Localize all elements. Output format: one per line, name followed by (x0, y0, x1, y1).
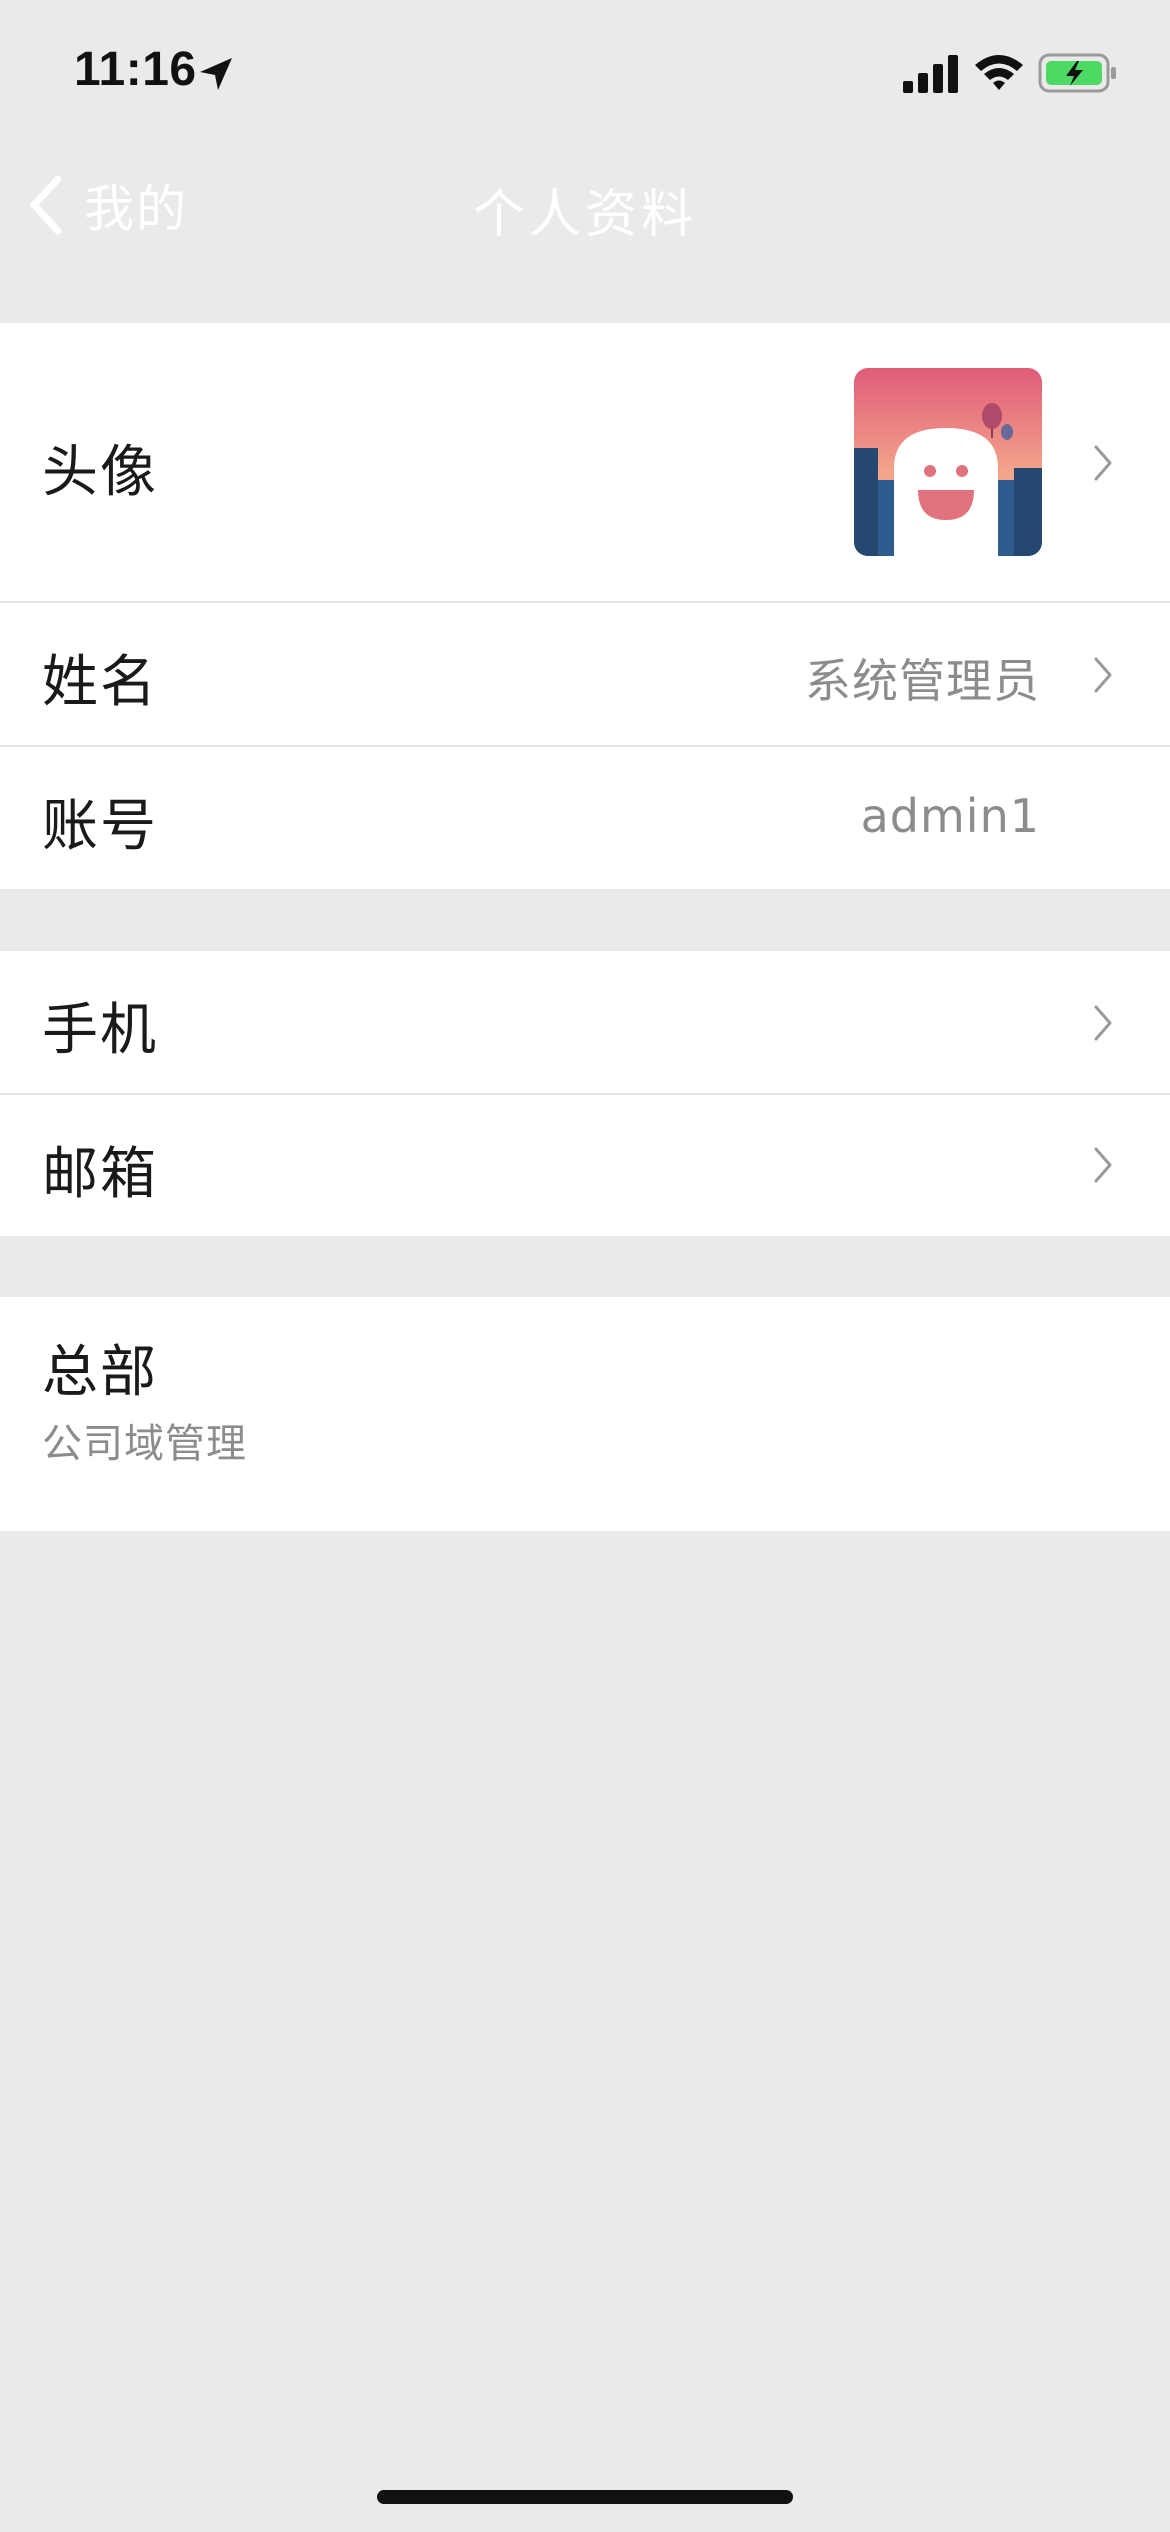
avatar-image (854, 368, 1042, 556)
account-value: admin1 (860, 789, 1040, 843)
org-name: 总部 (42, 1340, 158, 1405)
chevron-right-icon (1094, 445, 1112, 481)
page-title: 个人资料 (472, 185, 697, 245)
email-row[interactable]: 邮箱 (0, 1095, 1170, 1236)
cellular-signal-icon (903, 55, 958, 93)
phone-row[interactable]: 手机 (0, 951, 1170, 1095)
location-arrow-icon (200, 58, 232, 90)
avatar-row[interactable]: 头像 (0, 323, 1170, 603)
battery-charging-icon (1038, 53, 1116, 93)
home-indicator[interactable] (377, 2490, 793, 2504)
chevron-right-icon (1094, 657, 1112, 693)
contact-group: 手机 邮箱 (0, 951, 1170, 1236)
account-label: 账号 (42, 794, 158, 859)
name-value: 系统管理员 (805, 654, 1040, 708)
status-time: 11:16 (74, 43, 197, 96)
chevron-right-icon (1094, 1147, 1112, 1183)
avatar-label: 头像 (42, 440, 158, 505)
name-label: 姓名 (42, 650, 158, 715)
org-row: 总部 公司域管理 (0, 1297, 1170, 1531)
email-label: 邮箱 (42, 1142, 158, 1207)
nav-bar: 我的 个人资料 (0, 150, 1170, 260)
name-row[interactable]: 姓名 系统管理员 (0, 603, 1170, 747)
org-role: 公司域管理 (42, 1421, 247, 1467)
wifi-icon (975, 55, 1023, 90)
phone-label: 手机 (42, 998, 158, 1063)
account-row: 账号 admin1 (0, 747, 1170, 889)
avatar[interactable] (854, 368, 1042, 556)
status-bar: 11:16 (0, 0, 1170, 150)
chevron-right-icon (1094, 1005, 1112, 1041)
profile-group: 头像 姓名 系统管理员 账号 admin1 (0, 323, 1170, 889)
org-group: 总部 公司域管理 (0, 1297, 1170, 1531)
